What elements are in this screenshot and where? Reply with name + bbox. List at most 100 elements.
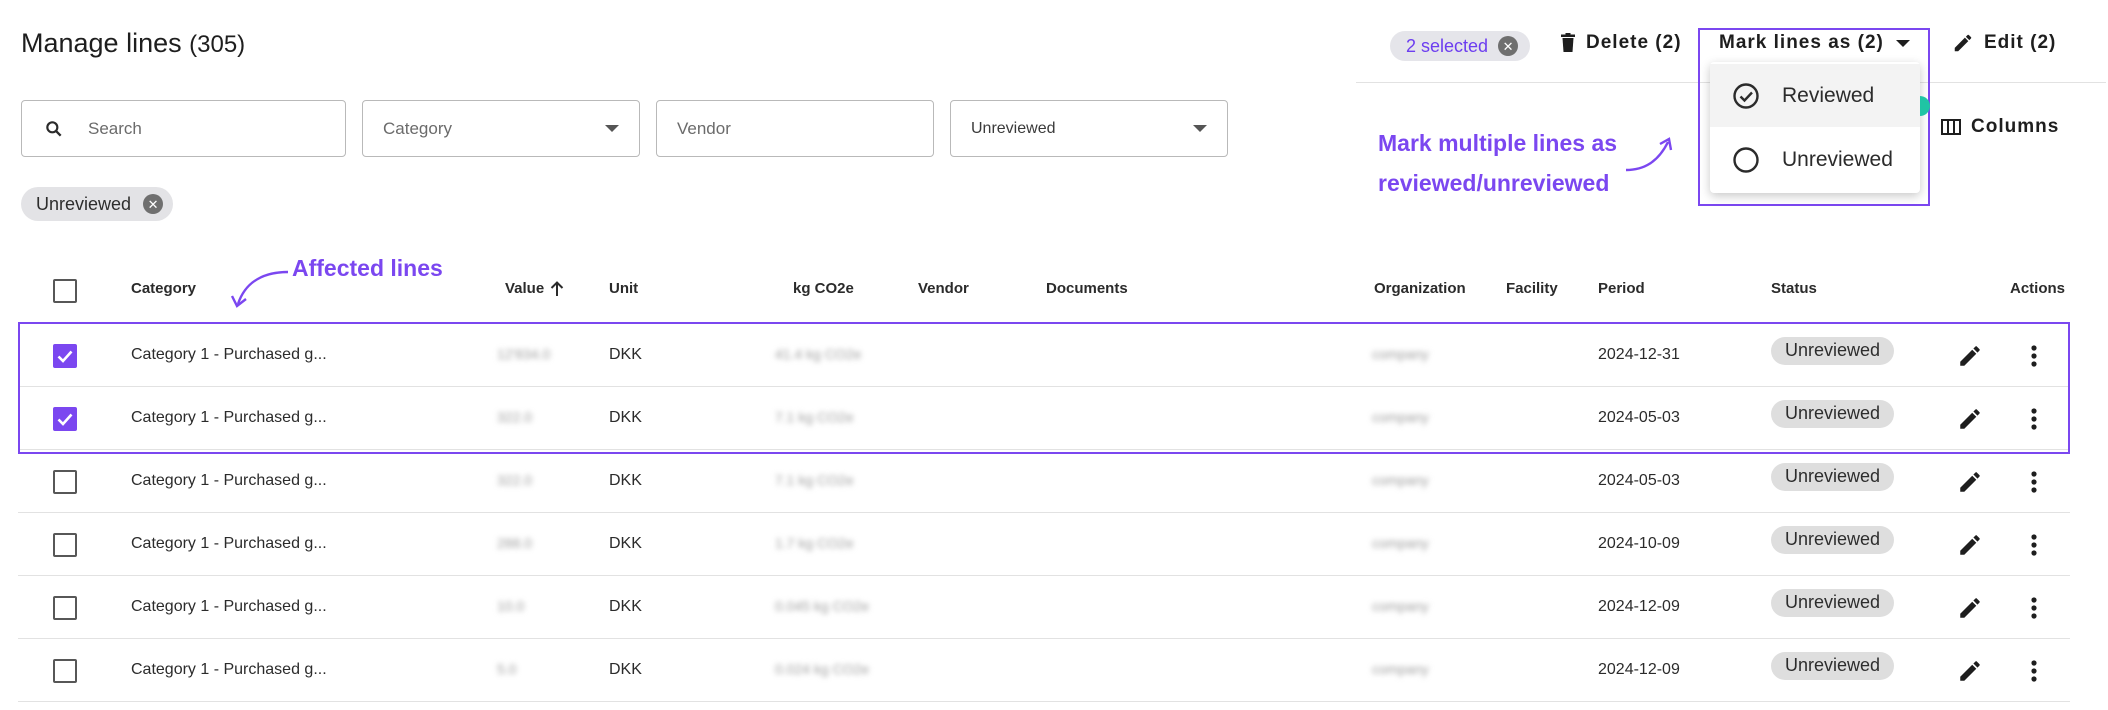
- annotation-mark-line1: Mark multiple lines as: [1378, 130, 1618, 156]
- more-vertical-icon: [2031, 659, 2037, 682]
- active-filter-label: Unreviewed: [36, 193, 132, 214]
- selected-chip[interactable]: 2 selected ✕: [1390, 31, 1531, 61]
- status-badge: Unreviewed: [1771, 462, 1895, 491]
- cell-organization: company: [1372, 660, 1429, 677]
- row-more-button[interactable]: [2030, 596, 2038, 625]
- columns-icon: [1941, 119, 1961, 135]
- row-divider: [18, 638, 2070, 639]
- cell-organization: company: [1372, 534, 1429, 551]
- row-divider: [18, 512, 2070, 513]
- trash-icon: [1561, 33, 1575, 52]
- line-count: (305): [189, 31, 246, 58]
- more-vertical-icon: [2031, 470, 2037, 493]
- row-checkbox[interactable]: [53, 595, 77, 620]
- column-header-value-label: Value: [505, 280, 545, 297]
- vendor-field[interactable]: Vendor: [656, 100, 934, 157]
- pencil-icon: [1960, 660, 1980, 681]
- row-edit-button[interactable]: [1957, 532, 1983, 563]
- row-divider: [18, 575, 2070, 576]
- remove-filter-icon[interactable]: ✕: [143, 194, 164, 214]
- cell-value: 288.0: [497, 534, 533, 551]
- delete-button[interactable]: Delete (2): [1560, 32, 1682, 54]
- column-header-value[interactable]: Value: [505, 280, 564, 297]
- more-vertical-icon: [2031, 533, 2037, 556]
- cell-value: 322.0: [497, 471, 533, 488]
- cell-period: 2024-12-09: [1598, 597, 1680, 615]
- cell-period: 2024-10-09: [1598, 534, 1680, 552]
- search-icon: [46, 120, 62, 136]
- menu-item-unreviewed[interactable]: Unreviewed: [1710, 128, 1920, 191]
- row-checkbox[interactable]: [53, 532, 77, 557]
- category-placeholder: Category: [383, 118, 452, 138]
- row-divider: [18, 701, 2070, 702]
- select-all-checkbox[interactable]: [53, 279, 77, 303]
- row-checkbox[interactable]: [53, 658, 77, 683]
- edit-button-label: Edit (2): [1984, 32, 2057, 53]
- status-badge-label: Unreviewed: [1785, 466, 1881, 486]
- cell-period: 2024-12-09: [1598, 660, 1680, 678]
- status-badge-label: Unreviewed: [1785, 655, 1881, 675]
- category-select[interactable]: Category: [362, 100, 640, 157]
- edit-button[interactable]: Edit (2): [1952, 32, 2056, 54]
- row-edit-button[interactable]: [1957, 658, 1983, 689]
- column-header-unit[interactable]: Unit: [609, 280, 638, 297]
- review-status-value: Unreviewed: [971, 119, 1056, 137]
- page-title-text: Manage lines: [21, 28, 182, 58]
- vendor-placeholder: Vendor: [677, 118, 731, 138]
- page-title: Manage lines (305): [21, 28, 245, 59]
- menu-item-reviewed-label: Reviewed: [1782, 83, 1875, 107]
- cell-kg-co2e: 0.024 kg CO2e: [775, 660, 870, 677]
- row-edit-button[interactable]: [1957, 469, 1983, 500]
- cell-organization: company: [1372, 597, 1429, 614]
- column-header-status[interactable]: Status: [1771, 280, 1817, 297]
- review-status-select[interactable]: Unreviewed: [950, 100, 1228, 157]
- column-header-organization[interactable]: Organization: [1374, 280, 1466, 297]
- check-circle-icon: [1733, 82, 1759, 109]
- pencil-icon: [1960, 597, 1980, 618]
- cell-unit: DKK: [609, 471, 642, 489]
- column-header-actions: Actions: [2010, 280, 2066, 297]
- empty-circle-icon: [1733, 146, 1759, 173]
- cell-kg-co2e: 1.7 kg CO2e: [775, 534, 854, 551]
- status-badge: Unreviewed: [1771, 588, 1895, 617]
- cell-unit: DKK: [609, 660, 642, 678]
- column-header-category[interactable]: Category: [131, 280, 196, 297]
- more-vertical-icon: [2031, 596, 2037, 619]
- annotation-arrow-icon: [1625, 137, 1673, 172]
- row-edit-button[interactable]: [1957, 595, 1983, 626]
- pencil-icon: [1954, 34, 1972, 52]
- row-more-button[interactable]: [2030, 533, 2038, 562]
- status-badge: Unreviewed: [1771, 525, 1895, 554]
- columns-button[interactable]: Columns: [1941, 116, 2059, 138]
- annotation-affected-lines: Affected lines: [292, 255, 443, 281]
- cell-period: 2024-05-03: [1598, 471, 1680, 489]
- search-field[interactable]: Search: [21, 100, 346, 157]
- column-header-period[interactable]: Period: [1598, 280, 1645, 297]
- cell-value: 10.0: [497, 597, 525, 614]
- column-header-facility[interactable]: Facility: [1506, 280, 1558, 297]
- active-filter-chip[interactable]: Unreviewed ✕: [21, 187, 174, 221]
- chevron-down-icon: [605, 125, 619, 132]
- cell-unit: DKK: [609, 597, 642, 615]
- chevron-down-icon: [1193, 125, 1207, 132]
- column-header-vendor[interactable]: Vendor: [918, 280, 969, 297]
- column-header-kg-co2e[interactable]: kg CO2e: [793, 280, 854, 297]
- cell-kg-co2e: 7.1 kg CO2e: [775, 471, 854, 488]
- row-checkbox[interactable]: [53, 469, 77, 494]
- cell-organization: company: [1372, 471, 1429, 488]
- clear-selection-icon[interactable]: ✕: [1498, 36, 1519, 56]
- menu-item-unreviewed-label: Unreviewed: [1782, 147, 1893, 171]
- row-more-button[interactable]: [2030, 470, 2038, 499]
- status-badge-label: Unreviewed: [1785, 592, 1881, 612]
- pencil-icon: [1960, 534, 1980, 555]
- annotation-mark-line2: reviewed/unreviewed: [1378, 170, 1610, 196]
- cell-value: 5.0: [497, 660, 517, 677]
- search-placeholder: Search: [88, 118, 142, 138]
- column-header-documents[interactable]: Documents: [1046, 280, 1128, 297]
- menu-item-reviewed[interactable]: Reviewed: [1710, 64, 1920, 127]
- cell-unit: DKK: [609, 534, 642, 552]
- delete-button-label: Delete (2): [1586, 32, 1682, 53]
- cell-category: Category 1 - Purchased g...: [131, 660, 327, 678]
- cell-kg-co2e: 0.045 kg CO2e: [775, 597, 870, 614]
- row-more-button[interactable]: [2030, 659, 2038, 688]
